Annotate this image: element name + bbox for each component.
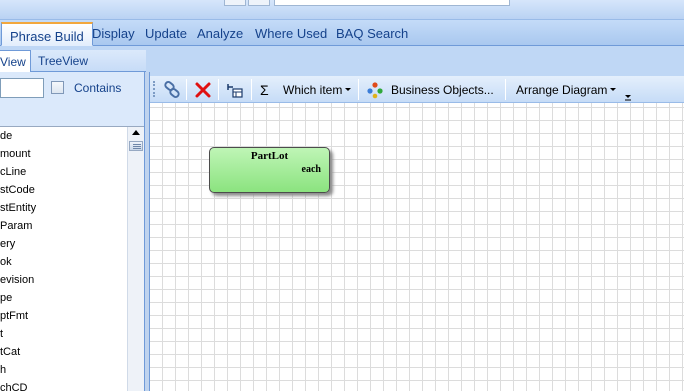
list-item[interactable]: de — [0, 130, 126, 148]
scroll-up-arrow-icon[interactable] — [132, 130, 140, 135]
node-title: PartLot — [250, 150, 289, 162]
node-subtitle: each — [301, 164, 321, 175]
top-toolbar-button[interactable] — [224, 0, 246, 6]
sigma-button[interactable]: Σ — [260, 79, 269, 100]
list-item[interactable]: stCode — [0, 184, 126, 202]
top-toolbar-strip — [0, 0, 684, 20]
top-toolbar-button[interactable] — [248, 0, 270, 6]
delete-button[interactable] — [194, 79, 212, 100]
scroll-thumb[interactable] — [129, 141, 143, 151]
delete-x-icon — [195, 82, 211, 97]
chain-link-icon — [164, 80, 180, 98]
join-button[interactable] — [163, 79, 181, 100]
thumb-grip-line — [133, 148, 141, 149]
tab-analyze[interactable]: Analyze — [197, 26, 243, 41]
toolbar-separator — [218, 79, 219, 100]
list-item[interactable]: Param — [0, 220, 126, 238]
list-item[interactable]: evision — [0, 274, 126, 292]
top-toolbar-field[interactable] — [274, 0, 510, 6]
business-objects-label: Business Objects... — [391, 82, 494, 97]
view-tab-strip: View TreeView — [0, 50, 146, 72]
table-node-partlot[interactable]: PartLot each — [209, 147, 330, 193]
list-item[interactable]: stEntity — [0, 202, 126, 220]
table-criteria-icon — [227, 83, 243, 98]
table-list-panel: Contains de mount cLine stCode stEntity … — [0, 72, 146, 391]
diagram-canvas[interactable]: PartLot each — [150, 103, 684, 391]
tab-view[interactable]: View — [0, 50, 31, 72]
tab-phrase-build[interactable]: Phrase Build — [1, 22, 93, 46]
toolbar-overflow-button[interactable] — [624, 84, 632, 105]
business-objects-button[interactable]: Business Objects... — [366, 79, 494, 100]
tab-display[interactable]: Display — [92, 26, 135, 41]
list-item[interactable]: cLine — [0, 166, 126, 184]
which-item-label: Which item — [283, 82, 343, 97]
which-item-dropdown[interactable]: Which item — [283, 79, 352, 100]
contains-checkbox[interactable] — [51, 81, 64, 94]
search-row: Contains — [0, 78, 146, 100]
criteria-button[interactable] — [226, 79, 244, 100]
search-input[interactable] — [0, 78, 44, 98]
list-item[interactable]: ok — [0, 256, 126, 274]
dropdown-arrow-icon — [610, 88, 617, 91]
toolbar-separator — [251, 79, 252, 100]
thumb-grip-line — [133, 146, 141, 147]
toolbar-grip[interactable] — [153, 81, 156, 97]
toolbar-separator — [505, 79, 506, 100]
tab-where-used[interactable]: Where Used — [255, 26, 327, 41]
list-item[interactable]: ery — [0, 238, 126, 256]
list-scrollbar[interactable] — [127, 127, 144, 391]
arrange-diagram-label: Arrange Diagram — [516, 82, 608, 97]
list-item[interactable]: pe — [0, 292, 126, 310]
toolbar-separator — [358, 79, 359, 100]
tab-baq-search[interactable]: BAQ Search — [336, 26, 408, 41]
table-list: de mount cLine stCode stEntity Param ery… — [0, 126, 144, 391]
diagram-toolbar: Σ Which item Business Objects... Arrange… — [150, 76, 684, 103]
business-objects-icon — [367, 81, 383, 98]
list-item[interactable]: h — [0, 364, 126, 382]
list-item[interactable]: t — [0, 328, 126, 346]
tab-update[interactable]: Update — [145, 26, 187, 41]
dropdown-arrow-icon — [345, 88, 352, 91]
list-item[interactable]: mount — [0, 148, 126, 166]
list-item[interactable]: tCat — [0, 346, 126, 364]
thumb-grip-line — [133, 144, 141, 145]
main-tab-strip: Phrase Build Display Update Analyze Wher… — [0, 20, 684, 46]
contains-label: Contains — [74, 81, 122, 95]
list-item[interactable]: chCD — [0, 382, 126, 391]
overflow-chevron-icon — [625, 94, 631, 100]
list-item[interactable]: ptFmt — [0, 310, 126, 328]
arrange-diagram-dropdown[interactable]: Arrange Diagram — [516, 79, 617, 100]
toolbar-separator — [186, 79, 187, 100]
tab-treeview[interactable]: TreeView — [38, 54, 88, 68]
